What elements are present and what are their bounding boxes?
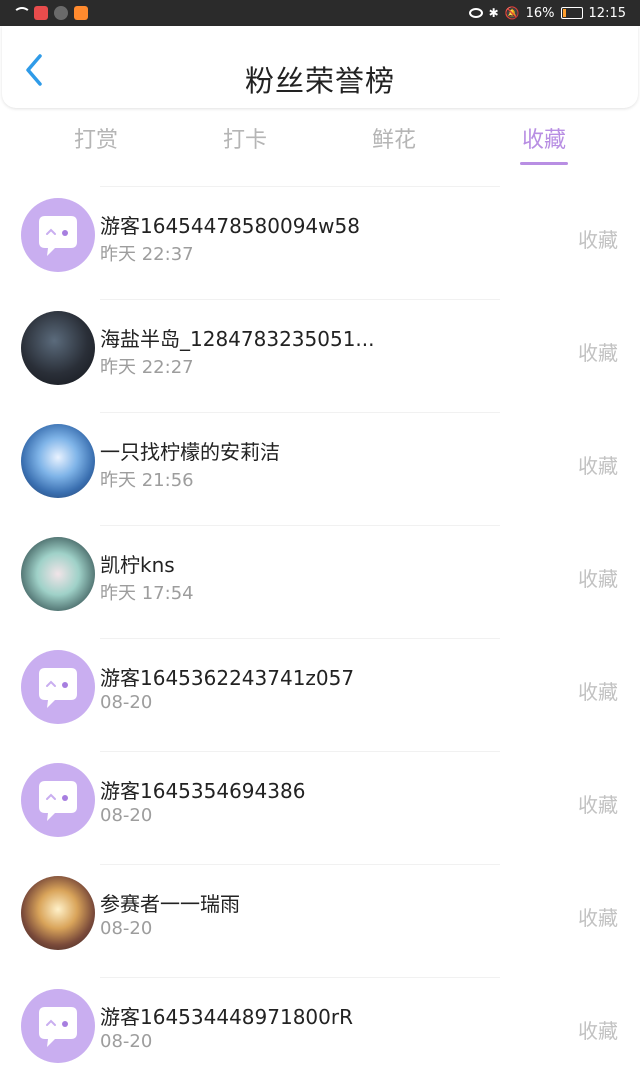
status-bar: ✱ 🔕 16% 12:15 xyxy=(0,0,640,26)
tab-checkin[interactable]: 打卡 xyxy=(200,122,290,154)
favorite-label: 收藏 xyxy=(578,454,618,478)
list-item[interactable]: 游客1645362243741z057 08-20 收藏 xyxy=(0,638,640,751)
bluetooth-icon: ✱ xyxy=(488,6,499,20)
favorite-label: 收藏 xyxy=(578,341,618,365)
list-item[interactable]: 游客164534448971800rR 08-20 收藏 xyxy=(0,977,640,1066)
wifi-icon xyxy=(12,6,31,20)
eye-comfort-icon xyxy=(468,8,483,18)
user-avatar[interactable] xyxy=(21,876,95,950)
header: 粉丝荣誉榜 xyxy=(2,26,638,108)
user-name: 一只找柠檬的安莉洁 xyxy=(100,440,280,464)
timestamp: 昨天 22:37 xyxy=(100,244,194,265)
list-item[interactable]: 参赛者一一瑞雨 08-20 收藏 xyxy=(0,864,640,977)
tab-reward[interactable]: 打赏 xyxy=(51,122,141,154)
clock: 12:15 xyxy=(588,5,626,21)
favorite-label: 收藏 xyxy=(578,906,618,930)
tab-favorites[interactable]: 收藏 xyxy=(499,122,589,154)
fan-list: 游客16454478580094w58 昨天 22:37 收藏 海盐半岛_128478… xyxy=(0,186,640,1066)
user-avatar[interactable] xyxy=(21,424,95,498)
list-item[interactable]: 游客16454478580094w58 昨天 22:37 收藏 xyxy=(0,186,640,299)
user-avatar[interactable] xyxy=(21,537,95,611)
active-tab-indicator xyxy=(520,162,568,165)
timestamp: 昨天 21:56 xyxy=(100,470,194,491)
play-notification-icon xyxy=(74,6,88,20)
user-avatar[interactable] xyxy=(21,311,95,385)
list-item[interactable]: 一只找柠檬的安莉洁 昨天 21:56 收藏 xyxy=(0,412,640,525)
row-divider xyxy=(100,299,500,300)
mute-icon: 🔕 xyxy=(504,6,520,20)
favorite-label: 收藏 xyxy=(578,680,618,704)
favorite-label: 收藏 xyxy=(578,567,618,591)
default-avatar-icon[interactable] xyxy=(21,989,95,1063)
default-avatar-icon[interactable] xyxy=(21,763,95,837)
favorite-label: 收藏 xyxy=(578,793,618,817)
notification-icon xyxy=(34,6,48,20)
timestamp: 08-20 xyxy=(100,692,153,713)
page-title: 粉丝荣誉榜 xyxy=(244,64,395,98)
favorite-label: 收藏 xyxy=(578,228,618,252)
user-name: 凯柠kns xyxy=(100,553,175,577)
row-divider xyxy=(100,864,500,865)
tab-flowers[interactable]: 鲜花 xyxy=(349,122,439,154)
row-divider xyxy=(100,186,500,187)
timestamp: 昨天 22:27 xyxy=(100,357,194,378)
row-divider xyxy=(100,638,500,639)
timestamp: 08-20 xyxy=(100,918,153,939)
user-name: 海盐半岛_1284783235051... xyxy=(100,327,375,351)
user-name: 游客1645362243741z057 xyxy=(100,666,355,690)
battery-percent: 16% xyxy=(525,5,555,21)
user-name: 游客164534448971800rR xyxy=(100,1005,353,1029)
user-name: 游客16454478580094w58 xyxy=(100,214,360,238)
status-bar-right: ✱ 🔕 16% 12:15 xyxy=(468,5,626,21)
user-name: 游客1645354694386 xyxy=(100,779,306,803)
row-divider xyxy=(100,751,500,752)
app-notification-icon xyxy=(54,6,68,20)
timestamp: 08-20 xyxy=(100,805,153,826)
row-divider xyxy=(100,525,500,526)
timestamp: 08-20 xyxy=(100,1031,153,1052)
timestamp: 昨天 17:54 xyxy=(100,583,194,604)
list-item[interactable]: 海盐半岛_1284783235051... 昨天 22:27 收藏 xyxy=(0,299,640,412)
list-item[interactable]: 凯柠kns 昨天 17:54 收藏 xyxy=(0,525,640,638)
list-item[interactable]: 游客1645354694386 08-20 收藏 xyxy=(0,751,640,864)
row-divider xyxy=(100,412,500,413)
row-divider xyxy=(100,977,500,978)
user-name: 参赛者一一瑞雨 xyxy=(100,892,240,916)
default-avatar-icon[interactable] xyxy=(21,650,95,724)
default-avatar-icon[interactable] xyxy=(21,198,95,272)
battery-icon xyxy=(560,7,583,19)
status-bar-left xyxy=(12,6,88,20)
favorite-label: 收藏 xyxy=(578,1019,618,1043)
